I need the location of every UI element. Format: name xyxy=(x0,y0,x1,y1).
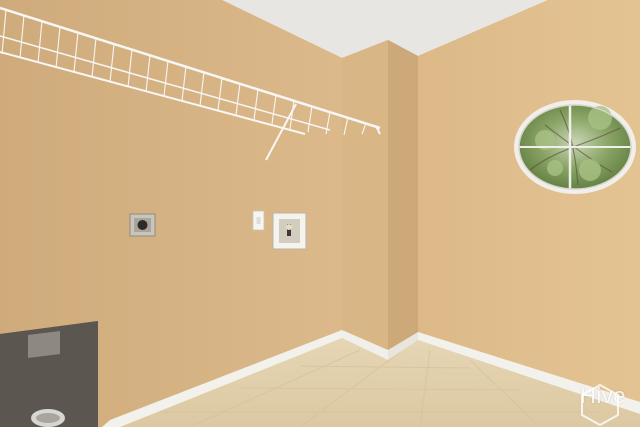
room-scene xyxy=(0,0,640,427)
hive-logo-icon xyxy=(580,383,619,427)
light-switch-icon xyxy=(252,210,265,231)
dryer-outlet-icon xyxy=(129,213,156,237)
laundry-room-photo: Hive xyxy=(0,0,640,427)
hive-watermark: Hive xyxy=(580,383,626,427)
dryer-vent-icon xyxy=(0,321,98,427)
wall-column-side xyxy=(388,40,418,358)
wall-column xyxy=(342,40,388,358)
round-window-icon xyxy=(514,100,636,194)
washer-box-icon xyxy=(272,212,307,250)
